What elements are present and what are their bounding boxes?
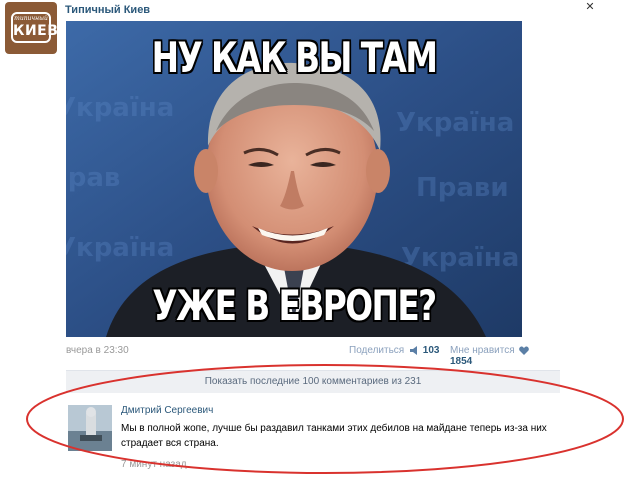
- group-avatar[interactable]: типичный КИЕВ: [5, 2, 57, 54]
- group-name-link[interactable]: Типичный Киев: [65, 4, 150, 16]
- comment-author-link[interactable]: Дмитрий Сергеевич: [121, 405, 213, 416]
- post-date-link[interactable]: вчера в 23:30: [66, 345, 129, 356]
- post-image[interactable]: Україна Україна Прав Прави Україна Украї…: [66, 21, 522, 337]
- close-icon[interactable]: ✕: [583, 0, 597, 14]
- svg-text:Україна: Україна: [66, 93, 174, 123]
- svg-text:Україна: Україна: [66, 233, 174, 263]
- comment-text: Мы в полной жопе, лучше бы раздавил танк…: [121, 423, 547, 449]
- group-logo-badge: типичный КИЕВ: [11, 12, 57, 43]
- group-logo-top-text: типичный: [14, 15, 48, 22]
- svg-text:Прав: Прав: [66, 163, 120, 193]
- meme-top-caption: НУ КАК ВЫ ТАМ: [151, 33, 438, 82]
- share-count: 103: [422, 345, 440, 356]
- share-icon: [410, 345, 418, 355]
- heart-icon: [519, 346, 530, 355]
- post-meta-bar: вчера в 23:30 Поделиться 103 Мне нравитс…: [66, 345, 556, 367]
- svg-text:Україна: Україна: [396, 108, 514, 138]
- avatar-photo: [68, 405, 112, 451]
- show-comments-button[interactable]: Показать последние 100 комментариев из 2…: [66, 370, 560, 393]
- like-button[interactable]: Мне нравится 1854: [450, 345, 556, 367]
- meme-bottom-caption: УЖЕ В ЕВРОПЕ?: [152, 281, 437, 330]
- comment-author-avatar[interactable]: [68, 405, 112, 451]
- share-button[interactable]: Поделиться 103: [349, 345, 439, 356]
- svg-text:Україна: Україна: [401, 243, 519, 273]
- like-label: Мне нравится: [450, 345, 515, 356]
- group-logo-main-text: КИЕВ: [13, 23, 57, 39]
- share-label: Поделиться: [349, 345, 405, 356]
- comment-time-link[interactable]: 7 минут назад: [121, 459, 187, 470]
- like-count: 1854: [450, 356, 473, 367]
- svg-text:Прави: Прави: [416, 173, 509, 203]
